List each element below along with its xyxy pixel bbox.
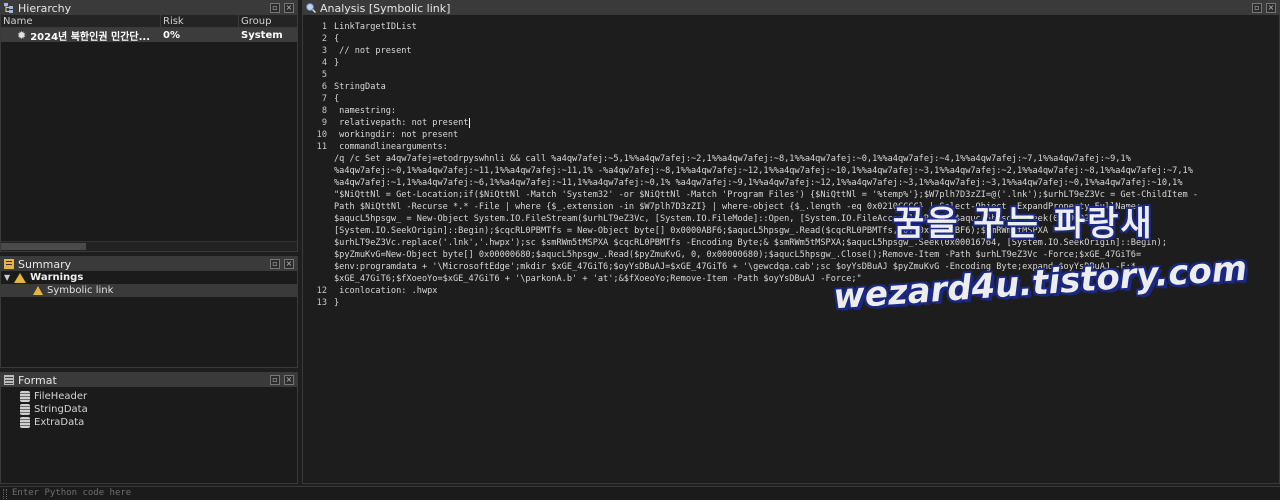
column-name[interactable]: Name [1, 15, 161, 27]
hierarchy-titlebar: Hierarchy ▫ × [1, 1, 297, 15]
hierarchy-panel: Hierarchy ▫ × Name Risk Group ✹ 2024년 북한… [0, 0, 298, 252]
format-item-label: FileHeader [34, 391, 88, 402]
close-icon[interactable]: × [284, 375, 294, 385]
summary-title: Summary [18, 257, 72, 271]
database-icon [20, 417, 30, 428]
command-line-wrap: /q /c Set a4qw7afej=etodrpyswhnli && cal… [334, 154, 1131, 164]
code-line: 5 [321, 70, 327, 80]
code-line: 6 StringData [321, 82, 386, 92]
format-item-extradata[interactable]: ExtraData [1, 416, 297, 429]
analysis-title: Analysis [Symbolic link] [320, 1, 451, 15]
hierarchy-row[interactable]: ✹ 2024년 북한인권 민간단... 0% System [1, 28, 297, 43]
format-item-label: ExtraData [34, 417, 85, 428]
python-console[interactable]: Enter Python code here [0, 486, 1280, 500]
format-title: Format [18, 373, 57, 387]
float-icon[interactable]: ▫ [270, 259, 280, 269]
code-line: 11 commandlinearguments: [316, 142, 448, 152]
watermark-title: 꿈을 꾸는 파랑새 [893, 204, 1154, 244]
row-risk: 0% [163, 29, 180, 41]
column-risk[interactable]: Risk [161, 15, 239, 27]
warning-icon [14, 272, 27, 283]
hierarchy-column-headers: Name Risk Group [1, 15, 297, 28]
format-item-label: StringData [34, 404, 88, 415]
database-icon [20, 404, 30, 415]
code-line: 9 relativepath: not present [321, 117, 470, 128]
row-name: 2024년 북한인권 민간단... [30, 31, 151, 43]
summary-icon [4, 259, 14, 269]
format-titlebar: Format ▫ × [1, 373, 297, 387]
code-line: 3 // not present [321, 46, 412, 56]
console-placeholder: Enter Python code here [12, 488, 132, 498]
code-line: 8 namestring: [321, 106, 397, 116]
format-item-stringdata[interactable]: StringData [1, 403, 297, 416]
code-line: 10 workingdir: not present [316, 130, 459, 140]
warnings-label: Warnings [30, 272, 84, 283]
code-line: 13} [316, 298, 340, 308]
hierarchy-title: Hierarchy [18, 1, 72, 15]
float-icon[interactable]: ▫ [270, 375, 280, 385]
magnifier-icon [306, 3, 316, 13]
symbolic-link-label: Symbolic link [47, 285, 114, 296]
close-icon[interactable]: × [284, 3, 294, 13]
command-line-wrap: %a4qw7afej:~0,1%%a4qw7afej:~11,1%%a4qw7a… [334, 166, 1193, 176]
code-line: 1 LinkTargetIDList [321, 22, 417, 32]
float-icon[interactable]: ▫ [1252, 3, 1262, 13]
warning-icon [33, 286, 43, 295]
format-item-fileheader[interactable]: FileHeader [1, 390, 297, 403]
format-panel: Format ▫ × FileHeader StringData ExtraDa… [0, 372, 298, 484]
code-line: 7{ [321, 94, 340, 104]
gear-icon: ✹ [17, 28, 27, 42]
expand-arrow-icon[interactable]: ▼ [4, 273, 10, 282]
analysis-titlebar: Analysis [Symbolic link] ▫ × [303, 1, 1279, 15]
database-icon [20, 391, 30, 402]
code-line: 4} [321, 58, 340, 68]
close-icon[interactable]: × [284, 259, 294, 269]
analysis-panel: Analysis [Symbolic link] ▫ × 1 LinkTarget… [302, 0, 1280, 484]
command-line-wrap: %a4qw7afej:~1,1%%a4qw7afej:~6,1%%a4qw7af… [334, 178, 1183, 188]
tree-icon [4, 3, 14, 13]
grip-handle[interactable] [3, 489, 7, 499]
float-icon[interactable]: ▫ [270, 3, 280, 13]
text-caret [468, 117, 470, 128]
summary-panel: Summary ▫ × ▼ Warnings Symbolic link [0, 256, 298, 368]
column-group[interactable]: Group [239, 15, 297, 27]
horizontal-scrollbar[interactable] [1, 241, 297, 251]
warnings-node[interactable]: ▼ Warnings [1, 271, 297, 284]
close-icon[interactable]: × [1266, 3, 1276, 13]
row-group: System [241, 29, 283, 41]
format-icon [4, 375, 14, 385]
summary-titlebar: Summary ▫ × [1, 257, 297, 271]
code-line: 2{ [321, 34, 340, 44]
symbolic-link-item[interactable]: Symbolic link [1, 284, 297, 297]
